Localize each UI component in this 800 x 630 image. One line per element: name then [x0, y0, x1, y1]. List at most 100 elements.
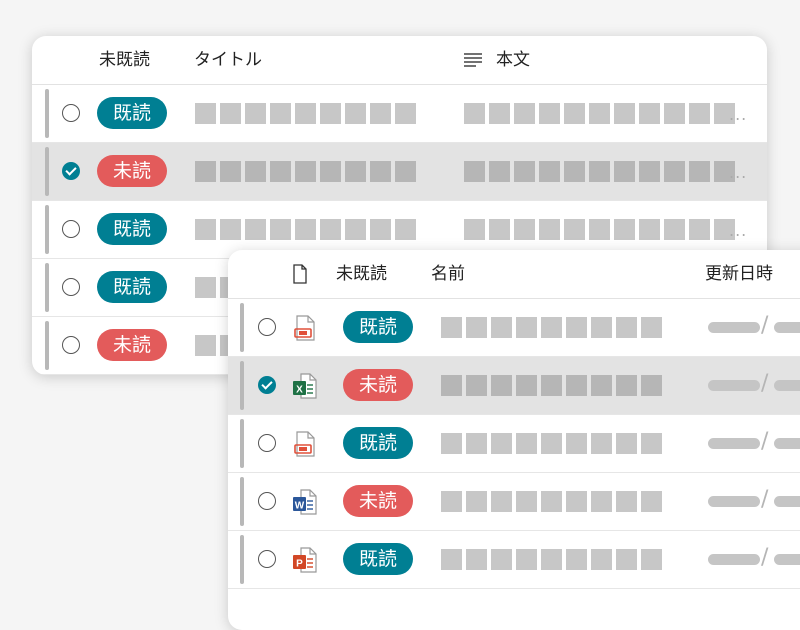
placeholder-block	[589, 103, 610, 124]
row-select-radio[interactable]	[62, 278, 80, 296]
placeholder-block	[516, 433, 537, 454]
placeholder-block	[566, 375, 587, 396]
row-indicator	[240, 303, 244, 352]
placeholder-block	[616, 433, 637, 454]
file-row[interactable]: P 既読 /	[228, 531, 800, 589]
mail-row[interactable]: 既読...	[32, 85, 767, 143]
status-badge: 未読	[343, 485, 413, 517]
file-list-panel: 未既読 名前 更新日時 既読 / X 未読 / 既読 / W 未読 / P 既読…	[228, 250, 800, 630]
placeholder-text	[441, 549, 662, 570]
placeholder-block	[466, 433, 487, 454]
placeholder-block	[641, 317, 662, 338]
placeholder-block	[514, 219, 535, 240]
placeholder-block	[320, 161, 341, 182]
placeholder-text	[464, 219, 735, 240]
placeholder-block	[616, 317, 637, 338]
body-column-header[interactable]: 本文	[496, 36, 530, 84]
date-placeholder	[774, 554, 800, 565]
placeholder-block	[295, 103, 316, 124]
placeholder-block	[689, 103, 710, 124]
placeholder-block	[245, 103, 266, 124]
title-column-header[interactable]: タイトル	[194, 36, 262, 84]
file-row[interactable]: X 未読 /	[228, 357, 800, 415]
placeholder-block	[614, 219, 635, 240]
row-indicator	[240, 477, 244, 526]
placeholder-block	[516, 549, 537, 570]
svg-text:X: X	[296, 385, 303, 396]
row-select-radio[interactable]	[258, 376, 276, 394]
date-placeholder	[774, 496, 800, 507]
placeholder-block	[395, 161, 416, 182]
placeholder-block	[270, 219, 291, 240]
placeholder-block	[614, 103, 635, 124]
placeholder-block	[589, 161, 610, 182]
status-badge: 既読	[343, 427, 413, 459]
unread-column-header[interactable]: 未既読	[99, 36, 150, 84]
placeholder-block	[195, 103, 216, 124]
placeholder-block	[270, 103, 291, 124]
svg-text:P: P	[296, 559, 303, 570]
updated-column-header[interactable]: 更新日時	[705, 250, 773, 298]
placeholder-text	[441, 375, 662, 396]
row-select-radio[interactable]	[62, 104, 80, 122]
placeholder-block	[466, 317, 487, 338]
placeholder-block	[370, 161, 391, 182]
placeholder-block	[591, 317, 612, 338]
placeholder-block	[664, 219, 685, 240]
file-row[interactable]: W 未読 /	[228, 473, 800, 531]
truncation-ellipsis: ...	[729, 105, 748, 124]
placeholder-block	[516, 375, 537, 396]
placeholder-block	[220, 161, 241, 182]
placeholder-block	[516, 317, 537, 338]
status-badge: 既読	[343, 543, 413, 575]
file-row[interactable]: 既読 /	[228, 299, 800, 357]
placeholder-block	[616, 549, 637, 570]
row-select-radio[interactable]	[62, 220, 80, 238]
placeholder-block	[370, 219, 391, 240]
row-indicator	[240, 419, 244, 468]
placeholder-block	[489, 219, 510, 240]
row-indicator	[45, 205, 49, 254]
placeholder-block	[541, 433, 562, 454]
row-select-radio[interactable]	[258, 550, 276, 568]
row-select-radio[interactable]	[258, 434, 276, 452]
name-column-header[interactable]: 名前	[431, 250, 465, 298]
placeholder-block	[591, 375, 612, 396]
row-indicator	[45, 263, 49, 312]
truncation-ellipsis: ...	[729, 221, 748, 240]
file-row[interactable]: 既読 /	[228, 415, 800, 473]
placeholder-block	[639, 219, 660, 240]
placeholder-block	[345, 161, 366, 182]
placeholder-block	[320, 103, 341, 124]
placeholder-block	[591, 491, 612, 512]
row-select-radio[interactable]	[258, 318, 276, 336]
placeholder-block	[441, 317, 462, 338]
placeholder-block	[395, 219, 416, 240]
placeholder-block	[614, 161, 635, 182]
placeholder-block	[664, 103, 685, 124]
placeholder-block	[466, 375, 487, 396]
placeholder-block	[464, 219, 485, 240]
row-indicator	[45, 321, 49, 370]
placeholder-block	[491, 317, 512, 338]
placeholder-block	[345, 219, 366, 240]
placeholder-block	[639, 103, 660, 124]
status-badge: 既読	[97, 271, 167, 303]
placeholder-block	[295, 219, 316, 240]
placeholder-text	[441, 491, 662, 512]
svg-text:W: W	[295, 501, 305, 512]
placeholder-block	[516, 491, 537, 512]
row-select-radio[interactable]	[62, 336, 80, 354]
row-indicator	[45, 89, 49, 138]
placeholder-text	[195, 219, 416, 240]
row-select-radio[interactable]	[62, 162, 80, 180]
placeholder-block	[539, 103, 560, 124]
excel-file-icon: X	[292, 372, 318, 400]
unread-column-header[interactable]: 未既読	[336, 250, 387, 298]
placeholder-text	[441, 317, 662, 338]
placeholder-block	[370, 103, 391, 124]
placeholder-block	[441, 491, 462, 512]
mail-row[interactable]: 未読...	[32, 143, 767, 201]
row-select-radio[interactable]	[258, 492, 276, 510]
row-indicator	[240, 361, 244, 410]
